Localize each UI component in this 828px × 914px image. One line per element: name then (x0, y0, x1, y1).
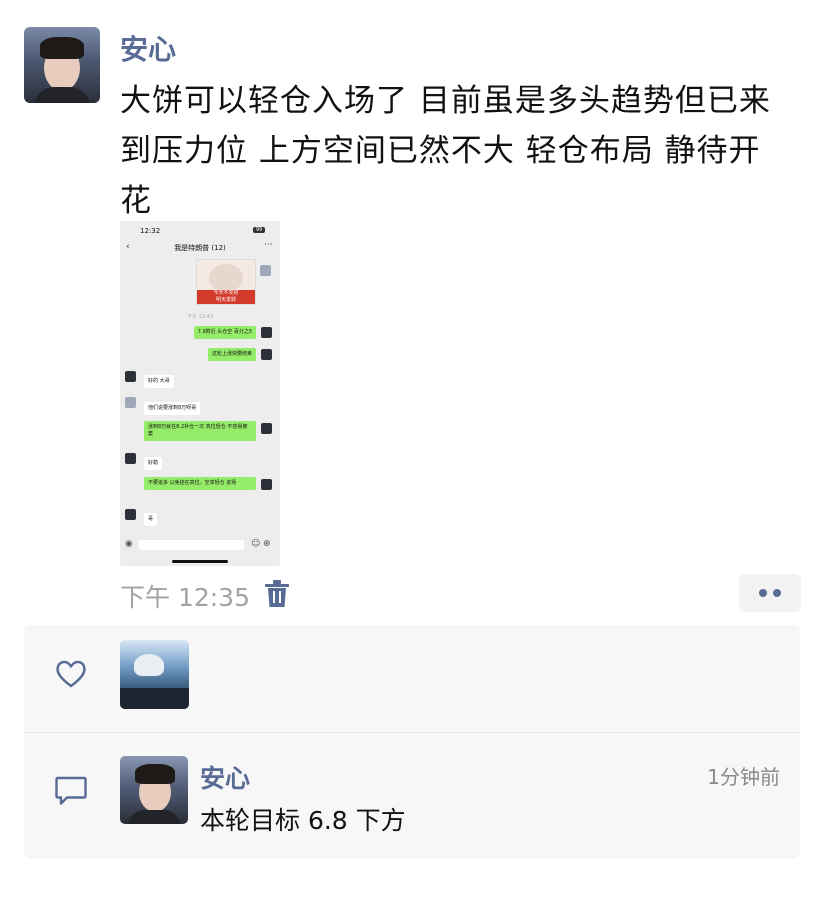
post-text-line: 花 (120, 183, 152, 219)
trash-icon[interactable] (264, 580, 290, 608)
screenshot-message: 这轮上涨快要结束 (207, 348, 256, 361)
screenshot-avatar (125, 371, 136, 382)
meme-caption-line: 今天不发财 (213, 290, 239, 296)
screenshot-message: 他们说要涨到8万呀哥 (144, 402, 201, 415)
screenshot-avatar (261, 327, 272, 338)
battery-icon: 99 (253, 227, 265, 233)
comment-icon (55, 776, 87, 805)
meme-face (209, 264, 243, 292)
screenshot-avatar (125, 509, 136, 520)
screenshot-status-time: 12:32 (140, 227, 161, 235)
comment-author-name[interactable]: 安心 (200, 759, 250, 795)
likes-comments-panel: 安心 1分钟前 本轮目标 6.8 下方 (24, 625, 800, 859)
screenshot-avatar (261, 479, 272, 490)
avatar-body (34, 87, 90, 103)
meme-sticker: 今天不发财 明天发财 (196, 259, 256, 305)
emoji-icon: ☺ (251, 539, 261, 549)
commenter-avatar[interactable] (120, 756, 188, 824)
avatar-hair (40, 37, 84, 59)
avatar-hair (135, 764, 175, 784)
screenshot-message: 好勒 (144, 457, 163, 470)
author-avatar[interactable] (24, 27, 100, 103)
post-text: 大饼可以轻仓入场了 目前虽是多头趋势但已来 到压力位 上方空间已然不大 轻仓布局… (120, 76, 810, 226)
screenshot-message: 不要追多 以免挂在高位。空单轻仓 进场 (144, 477, 256, 490)
more-dot (773, 589, 781, 597)
comment-text[interactable]: 本轮目标 6.8 下方 (200, 801, 406, 837)
screenshot-message: 好的 大哥 (144, 375, 174, 388)
screenshot-chat-title: 我是特朗普 (12) (174, 244, 226, 252)
meme-caption-line: 明天发财 (215, 297, 236, 303)
home-indicator (172, 560, 228, 563)
plus-icon: ⊕ (263, 539, 271, 549)
more-icon: ··· (264, 240, 273, 250)
post-time: 下午 12:35 (120, 583, 250, 612)
screenshot-avatar (260, 265, 271, 276)
screenshot-system-note: 下午 12:43 (187, 314, 213, 320)
more-dot (759, 589, 767, 597)
post-image-chat-screenshot[interactable]: 12:32 99 ‹ 我是特朗普 (12) ··· 今天不发财 明天发财 下午 … (120, 221, 280, 566)
panel-divider (24, 732, 800, 733)
liker-avatar[interactable] (120, 640, 189, 709)
screenshot-message: 哥 (144, 513, 158, 526)
post-author-name[interactable]: 安心 (120, 28, 176, 68)
heart-icon (56, 660, 86, 688)
avatar-hair (134, 654, 164, 676)
comment-time: 1分钟前 (707, 765, 780, 789)
screenshot-avatar (261, 349, 272, 360)
screenshot-input-box (139, 540, 244, 550)
more-dots-button[interactable] (739, 574, 801, 612)
screenshot-avatar (125, 453, 136, 464)
post-text-line: 大饼可以轻仓入场了 目前虽是多头趋势但已来 (120, 83, 771, 119)
voice-icon: ◉ (125, 539, 133, 549)
screenshot-avatar (125, 397, 136, 408)
screenshot-status-bar: 12:32 99 (120, 221, 280, 241)
screenshot-message: 7.9附近 头仓空 百分之5 (193, 326, 256, 339)
meme-caption: 今天不发财 明天发财 (197, 290, 255, 304)
avatar-landscape (120, 688, 189, 709)
post-text-line: 到压力位 上方空间已然不大 轻仓布局 静待开 (120, 133, 761, 169)
screenshot-input-bar: ◉ ☺ ⊕ (125, 539, 275, 551)
avatar-body (128, 810, 180, 824)
screenshot-message: 涨到8万就在8.2补仓一次 高位轻仓 不容易被套 (144, 421, 256, 441)
screenshot-avatar (261, 423, 272, 434)
